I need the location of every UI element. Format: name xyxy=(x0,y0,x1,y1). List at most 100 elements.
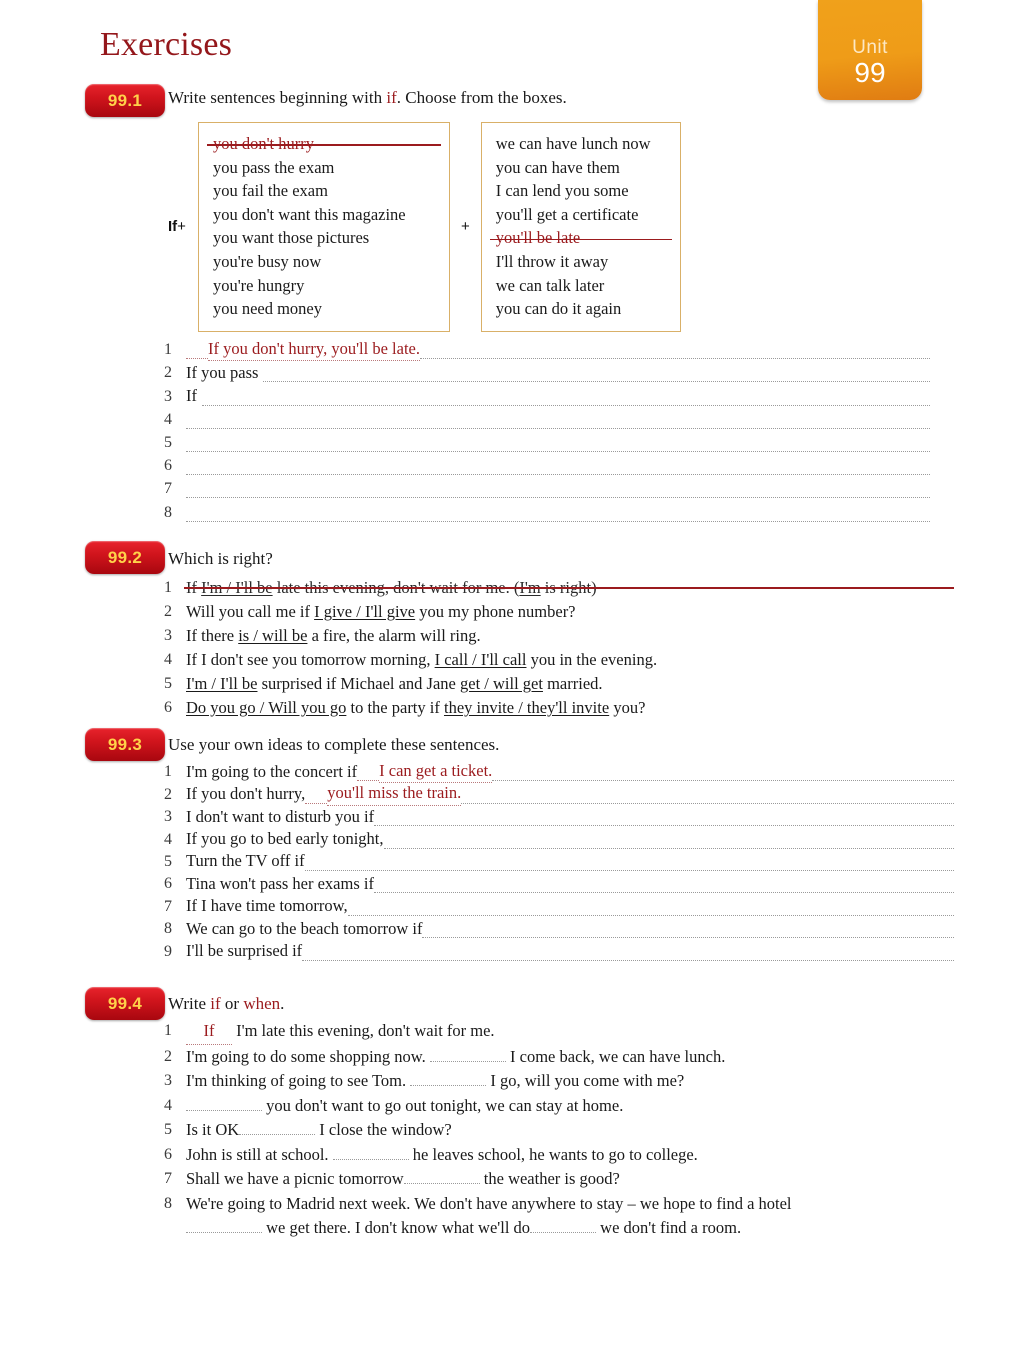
blank-gap[interactable] xyxy=(186,1096,262,1111)
question-text-segment: we don't find a room. xyxy=(600,1218,742,1237)
exercise-instruction-99-4: Write if or when. xyxy=(168,994,284,1014)
blank-gap[interactable] xyxy=(429,1047,506,1062)
answer-blank-lead[interactable] xyxy=(357,779,380,782)
filled-answer: you'll miss the train. xyxy=(327,785,462,806)
choice-option-underlined[interactable]: get / will get xyxy=(460,674,543,693)
question-row: 4 If I don't see you tomorrow morning, I … xyxy=(164,648,954,672)
choice-option-underlined[interactable]: I'm / I'll be xyxy=(186,674,257,693)
item-number: 3 xyxy=(164,627,172,644)
choice-option: you'll be late xyxy=(489,226,672,250)
choice-option: you pass the exam xyxy=(212,157,335,177)
item-number: 4 xyxy=(164,830,172,848)
item-prompt: Turn the TV off if xyxy=(186,851,305,871)
exercise-instruction-99-2: Which is right? xyxy=(168,549,273,568)
choice-option-underlined[interactable]: is / will be xyxy=(238,626,307,645)
question-row: 3 If there is / will be a fire, the alarm… xyxy=(164,624,954,648)
item-prompt: If you go to bed early tonight, xyxy=(186,829,384,849)
answer-blank[interactable] xyxy=(186,450,930,452)
item-number: 1 xyxy=(164,1022,172,1039)
item-prompt: I'll be surprised if xyxy=(186,941,303,961)
answer-line-row: 6 xyxy=(164,454,930,477)
answer-blank[interactable] xyxy=(302,959,954,961)
question-row: 6 Do you go / Will you go to the party if… xyxy=(164,696,954,720)
blank-gap[interactable] xyxy=(530,1218,597,1233)
item-number: 6 xyxy=(164,1145,172,1163)
exercise-badge-99-3: 99.3 xyxy=(85,728,165,761)
item-prompt: If xyxy=(186,386,197,406)
question-text-segment: you? xyxy=(609,698,646,717)
choice-option: you want those pictures xyxy=(212,228,370,248)
answer-blank[interactable] xyxy=(374,824,954,827)
question-text-after: I'm late this evening, don't wait for me… xyxy=(236,1021,495,1040)
item-prompt: If you pass xyxy=(186,362,259,382)
filled-blank[interactable]: If xyxy=(186,1019,232,1045)
answer-blank[interactable] xyxy=(422,936,954,939)
choice-option-underlined[interactable]: I call / I'll call xyxy=(435,650,527,669)
question-row: 1 If I'm / I'll be late this evening, don… xyxy=(164,576,954,600)
answer-blank[interactable] xyxy=(347,914,954,916)
exercise-instruction-99-3: Use your own ideas to complete these sen… xyxy=(168,735,500,754)
answer-blank[interactable] xyxy=(461,802,954,804)
answer-line-row: 7 If I have time tomorrow, xyxy=(164,895,954,917)
question-text-segment: you my phone number? xyxy=(415,602,576,621)
item-number: 7 xyxy=(164,480,172,498)
exercise-badge-99-2: 99.2 xyxy=(85,541,165,574)
left-choice-box: you don't hurry you pass the exam you fail… xyxy=(197,122,450,332)
choice-boxes-row: If+ you don't hurry you pass the exam you … xyxy=(168,122,681,332)
answer-line-row: 6 Tina won't pass her exams if xyxy=(164,873,954,895)
question-text: If there is / will be a fire, the alarm … xyxy=(186,624,481,648)
question-text-segment: is right) xyxy=(540,578,597,597)
answer-lines-99-3: 1 I'm going to the concert if I can get a … xyxy=(164,761,954,963)
answer-line-row: 1 If you don't hurry, you'll be late. xyxy=(164,338,930,362)
item-number: 3 xyxy=(164,1072,172,1089)
question-text: I'm / I'll be surprised if Michael and J… xyxy=(186,672,603,696)
if-plus-label: If+ xyxy=(168,218,198,235)
choice-option-underlined[interactable]: I'm xyxy=(519,578,540,597)
choice-option: you don't want this magazine xyxy=(212,204,406,224)
answer-blank[interactable] xyxy=(373,891,954,894)
question-text: Do you go / Will you go to the party if … xyxy=(186,696,645,720)
question-row: 4 you don't want to go out tonight, we c… xyxy=(164,1094,984,1119)
choice-option-underlined[interactable]: Do you go / Will you go xyxy=(186,698,346,717)
blank-gap[interactable] xyxy=(186,1218,262,1233)
question-text-after: you don't want to go out tonight, we can… xyxy=(266,1095,624,1115)
item-number: 5 xyxy=(164,1121,172,1138)
instruction-text-post-4: . xyxy=(280,994,285,1013)
right-choice-box: we can have lunch now you can have them I … xyxy=(480,122,681,332)
answer-blank[interactable] xyxy=(186,496,930,499)
item-number: 2 xyxy=(164,1047,172,1065)
answer-blank[interactable] xyxy=(186,520,930,522)
question-text: Will you call me if I give / I'll give y… xyxy=(186,600,576,624)
choice-option-underlined[interactable]: I give / I'll give xyxy=(314,602,415,621)
answer-blank[interactable] xyxy=(202,404,930,406)
question-text: you don't want to go out tonight, we can… xyxy=(186,1094,623,1119)
choice-option-underlined[interactable]: I'm / I'll be xyxy=(201,578,272,597)
choice-option: you'll get a certificate xyxy=(495,204,639,224)
blank-gap[interactable] xyxy=(403,1169,480,1184)
answer-blank[interactable] xyxy=(420,357,930,360)
instruction-text-post: . Choose from the boxes. xyxy=(396,88,567,107)
answer-blank[interactable] xyxy=(263,380,930,383)
blank-gap[interactable] xyxy=(410,1071,487,1086)
answer-blank-lead[interactable] xyxy=(305,802,328,804)
question-text: If I don't see you tomorrow morning, I c… xyxy=(186,648,657,672)
question-row: 6 John is still at school. he leaves scho… xyxy=(164,1143,984,1168)
item-number: 5 xyxy=(164,433,172,451)
answer-lines-99-1: 1 If you don't hurry, you'll be late. 2 If … xyxy=(164,338,930,524)
choice-option-underlined[interactable]: they invite / they'll invite xyxy=(444,698,609,717)
blank-gap[interactable] xyxy=(332,1145,409,1160)
question-text-after: I come back, we can have lunch. xyxy=(510,1046,726,1066)
question-row: 1 If I'm late this evening, don't wait fo… xyxy=(164,1019,984,1045)
question-text-segment: surprised if Michael and Jane xyxy=(257,674,461,693)
answer-blank[interactable] xyxy=(186,427,930,429)
answer-blank-lead[interactable] xyxy=(186,357,208,360)
item-number: 8 xyxy=(164,920,172,938)
blank-gap[interactable] xyxy=(239,1120,316,1135)
choice-option: you can do it again xyxy=(495,299,622,319)
answer-blank[interactable] xyxy=(186,473,930,476)
answer-blank[interactable] xyxy=(492,779,954,782)
question-row: 7 Shall we have a picnic tomorrow the wea… xyxy=(164,1167,984,1192)
answer-blank[interactable] xyxy=(304,869,954,871)
question-text-before: Shall we have a picnic tomorrow xyxy=(186,1169,404,1188)
answer-blank[interactable] xyxy=(383,847,954,849)
